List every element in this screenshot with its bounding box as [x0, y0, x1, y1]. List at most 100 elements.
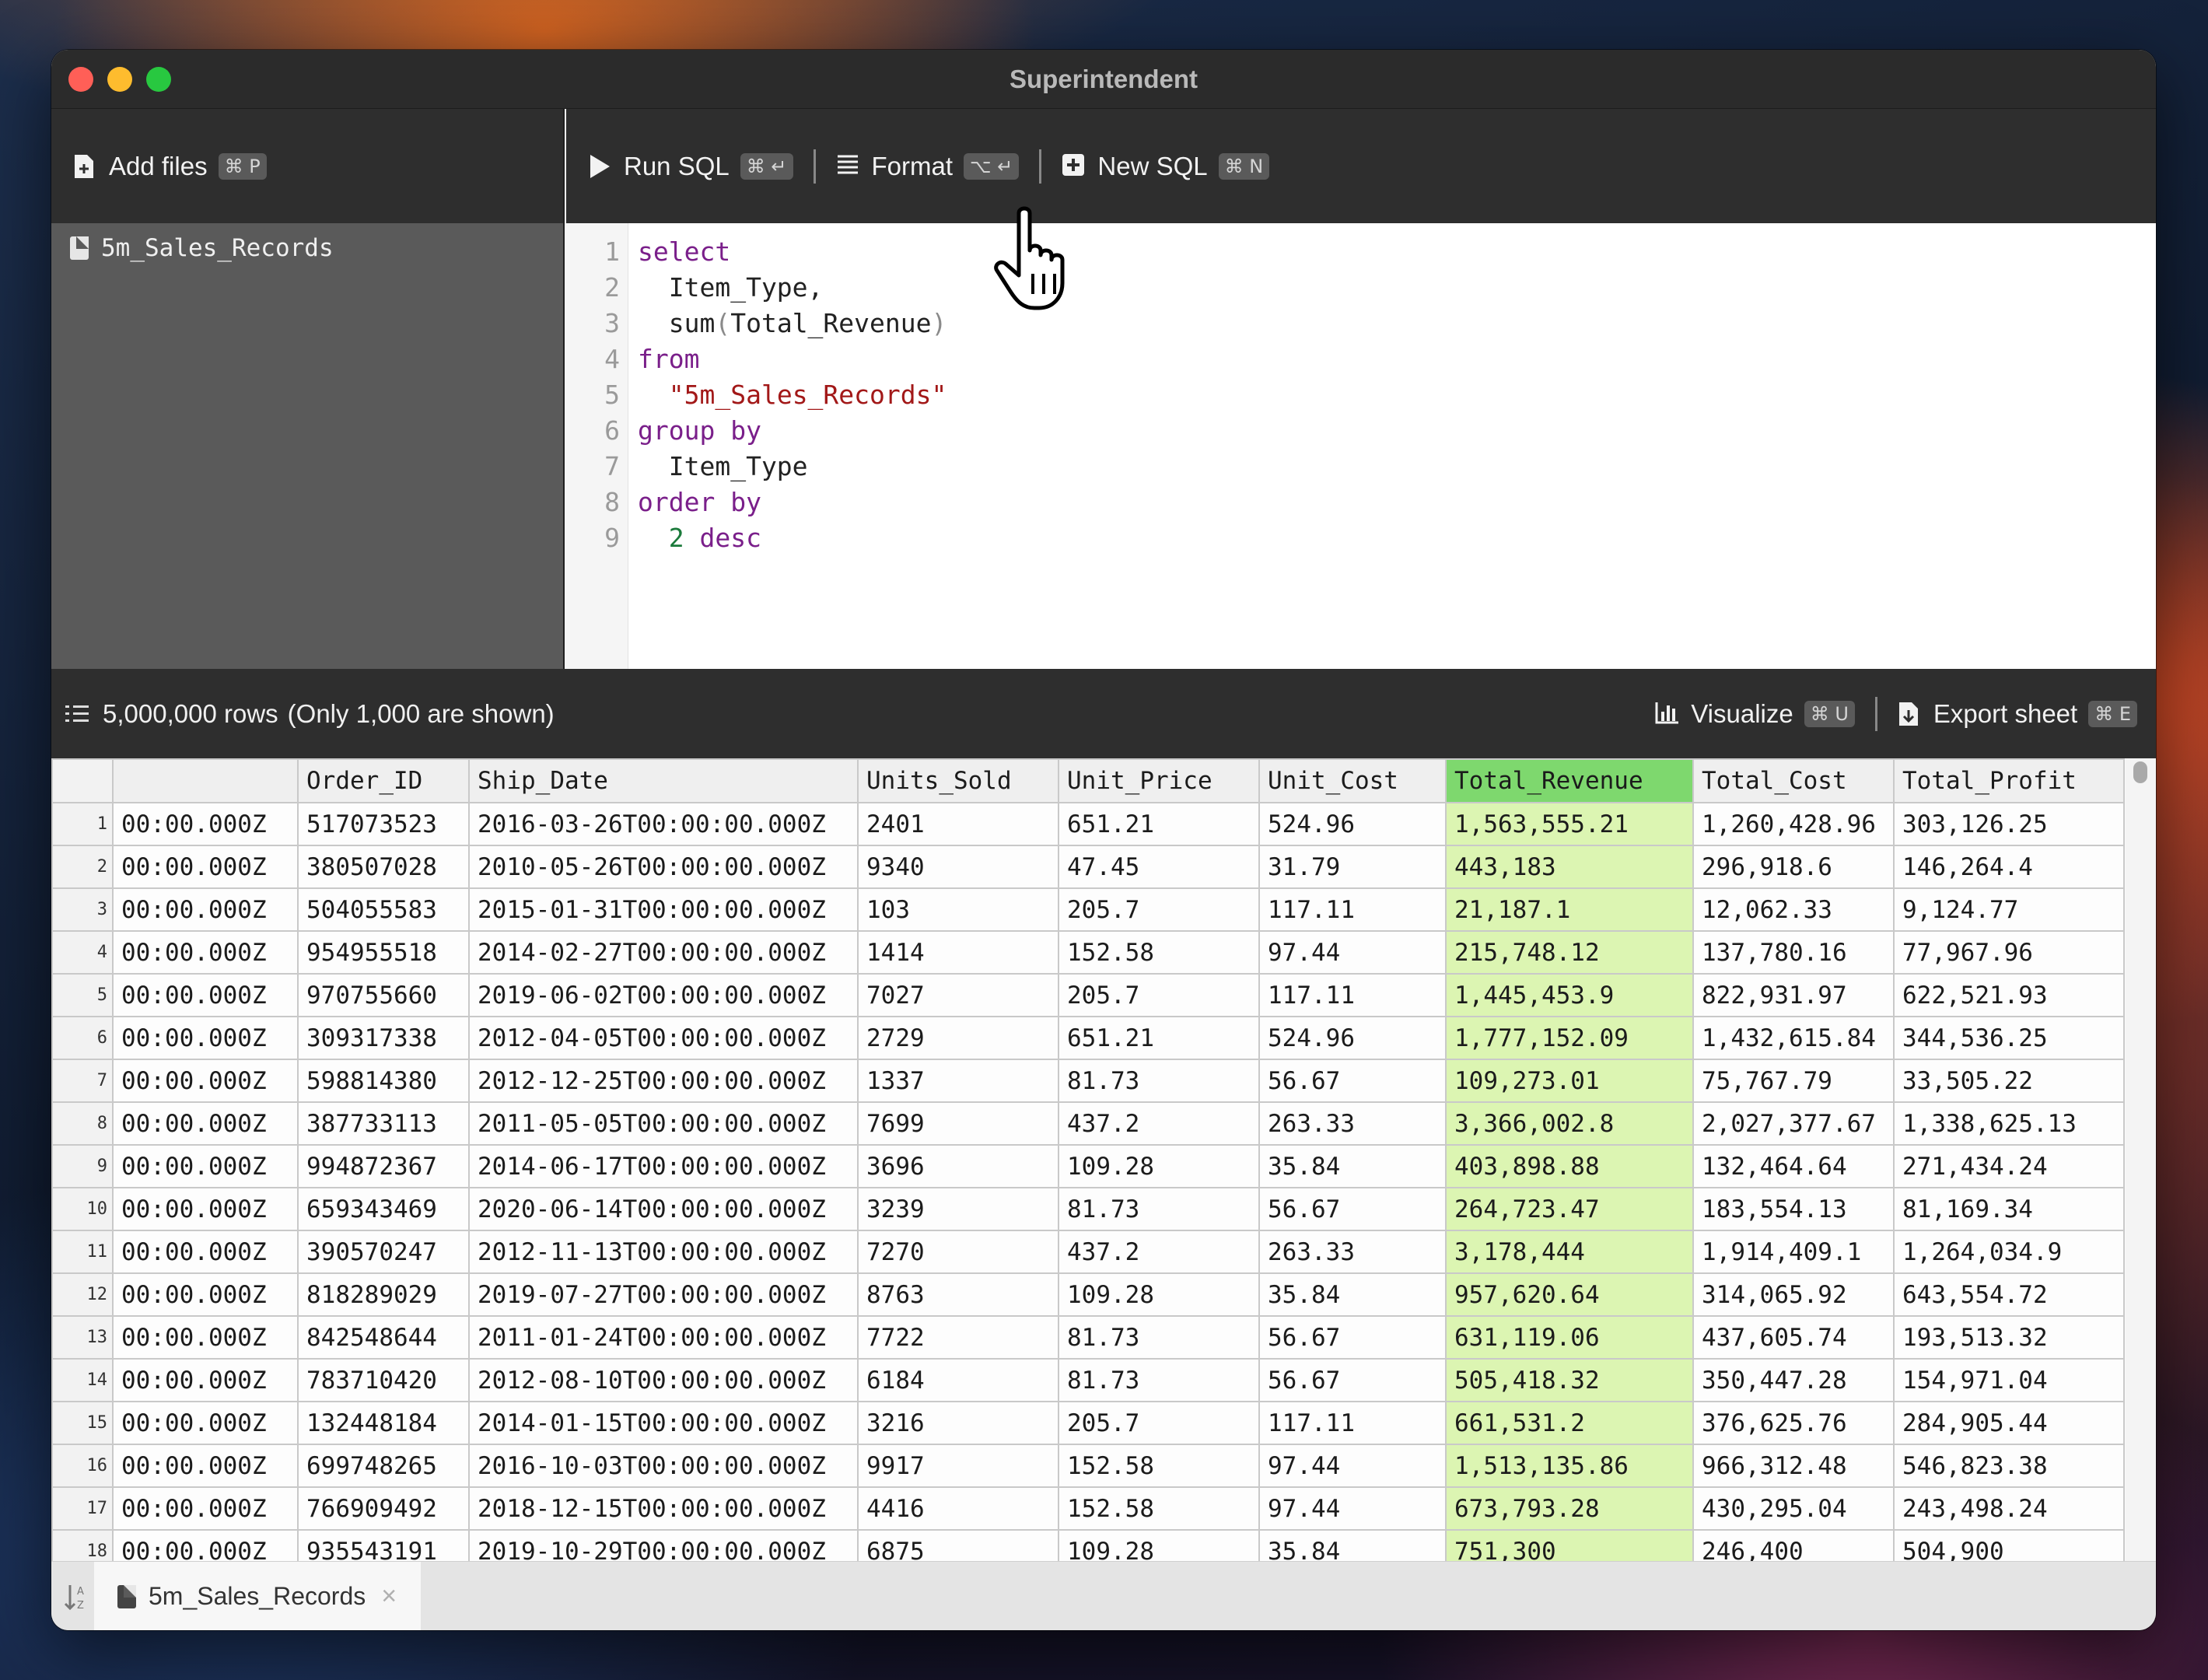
- table-cell[interactable]: 00:00.000Z: [112, 845, 299, 889]
- table-cell[interactable]: 1,513,135.86: [1445, 1444, 1694, 1488]
- table-cell[interactable]: 243,498.24: [1893, 1486, 2125, 1531]
- table-cell[interactable]: 1,563,555.21: [1445, 802, 1694, 846]
- table-cell[interactable]: 2401: [857, 802, 1059, 846]
- table-cell[interactable]: 2014-01-15T00:00:00.000Z: [468, 1401, 859, 1445]
- table-cell[interactable]: 81.73: [1058, 1187, 1260, 1231]
- column-header[interactable]: Total_Revenue: [1445, 758, 1694, 803]
- column-header[interactable]: Unit_Cost: [1258, 758, 1447, 803]
- table-cell[interactable]: 818289029: [297, 1272, 470, 1317]
- table-cell[interactable]: 3239: [857, 1187, 1059, 1231]
- table-cell[interactable]: 437.2: [1058, 1101, 1260, 1146]
- table-cell[interactable]: 205.7: [1058, 973, 1260, 1017]
- table-cell[interactable]: 598814380: [297, 1059, 470, 1103]
- table-cell[interactable]: 109.28: [1058, 1272, 1260, 1317]
- table-cell[interactable]: 296,918.6: [1692, 845, 1895, 889]
- table-cell[interactable]: 2012-08-10T00:00:00.000Z: [468, 1358, 859, 1402]
- table-cell[interactable]: 4416: [857, 1486, 1059, 1531]
- table-cell[interactable]: 00:00.000Z: [112, 1486, 299, 1531]
- column-header[interactable]: Total_Cost: [1692, 758, 1895, 803]
- table-row[interactable]: 14 00:00.000Z 783710420 2012-08-10T00:00:00…: [51, 1358, 2125, 1402]
- table-cell[interactable]: 2020-06-14T00:00:00.000Z: [468, 1187, 859, 1231]
- table-cell[interactable]: 842548644: [297, 1315, 470, 1360]
- table-cell[interactable]: 56.67: [1258, 1187, 1447, 1231]
- column-header[interactable]: Order_ID: [297, 758, 470, 803]
- table-cell[interactable]: 3,178,444: [1445, 1230, 1694, 1274]
- table-cell[interactable]: 822,931.97: [1692, 973, 1895, 1017]
- table-cell[interactable]: 505,418.32: [1445, 1358, 1694, 1402]
- table-cell[interactable]: 1,445,453.9: [1445, 973, 1694, 1017]
- table-cell[interactable]: 146,264.4: [1893, 845, 2125, 889]
- table-cell[interactable]: 651.21: [1058, 1016, 1260, 1060]
- table-cell[interactable]: 00:00.000Z: [112, 1444, 299, 1488]
- table-cell[interactable]: 344,536.25: [1893, 1016, 2125, 1060]
- table-cell[interactable]: 966,312.48: [1692, 1444, 1895, 1488]
- table-cell[interactable]: 622,521.93: [1893, 973, 2125, 1017]
- table-cell[interactable]: 766909492: [297, 1486, 470, 1531]
- table-cell[interactable]: 77,967.96: [1893, 930, 2125, 975]
- table-cell[interactable]: 12,062.33: [1692, 887, 1895, 932]
- table-cell[interactable]: 1,432,615.84: [1692, 1016, 1895, 1060]
- table-cell[interactable]: 00:00.000Z: [112, 930, 299, 975]
- table-row[interactable]: 15 00:00.000Z 132448184 2014-01-15T00:00:00…: [51, 1401, 2125, 1445]
- vertical-scroll-thumb[interactable]: [2133, 761, 2147, 783]
- table-cell[interactable]: 215,748.12: [1445, 930, 1694, 975]
- table-cell[interactable]: 6184: [857, 1358, 1059, 1402]
- table-cell[interactable]: 314,065.92: [1692, 1272, 1895, 1317]
- table-cell[interactable]: 109.28: [1058, 1144, 1260, 1188]
- table-cell[interactable]: 2019-07-27T00:00:00.000Z: [468, 1272, 859, 1317]
- table-row[interactable]: 6 00:00.000Z 309317338 2012-04-05T00:00:00.…: [51, 1016, 2125, 1060]
- results-grid[interactable]: Order_ID Ship_Date Units_Sold Unit_Price Uni…: [51, 758, 2126, 1581]
- table-cell[interactable]: 1,338,625.13: [1893, 1101, 2125, 1146]
- table-cell[interactable]: 970755660: [297, 973, 470, 1017]
- table-cell[interactable]: 9,124.77: [1893, 887, 2125, 932]
- column-header[interactable]: Ship_Date: [468, 758, 859, 803]
- table-cell[interactable]: 2010-05-26T00:00:00.000Z: [468, 845, 859, 889]
- format-button[interactable]: Format ⌥ ↵: [836, 152, 1020, 181]
- table-cell[interactable]: 2,027,377.67: [1692, 1101, 1895, 1146]
- table-row[interactable]: 12 00:00.000Z 818289029 2019-07-27T00:00:00…: [51, 1272, 2125, 1317]
- table-cell[interactable]: 2011-01-24T00:00:00.000Z: [468, 1315, 859, 1360]
- table-row[interactable]: 7 00:00.000Z 598814380 2012-12-25T00:00:00.…: [51, 1059, 2125, 1103]
- table-cell[interactable]: 00:00.000Z: [112, 1358, 299, 1402]
- table-row[interactable]: 9 00:00.000Z 994872367 2014-06-17T00:00:00.…: [51, 1144, 2125, 1188]
- table-cell[interactable]: 1,264,034.9: [1893, 1230, 2125, 1274]
- table-cell[interactable]: 271,434.24: [1893, 1144, 2125, 1188]
- table-cell[interactable]: 109,273.01: [1445, 1059, 1694, 1103]
- table-cell[interactable]: 3696: [857, 1144, 1059, 1188]
- table-cell[interactable]: 9340: [857, 845, 1059, 889]
- table-cell[interactable]: 631,119.06: [1445, 1315, 1694, 1360]
- table-row[interactable]: 5 00:00.000Z 970755660 2019-06-02T00:00:00.…: [51, 973, 2125, 1017]
- table-cell[interactable]: 309317338: [297, 1016, 470, 1060]
- table-cell[interactable]: 00:00.000Z: [112, 1187, 299, 1231]
- table-cell[interactable]: 284,905.44: [1893, 1401, 2125, 1445]
- table-cell[interactable]: 00:00.000Z: [112, 1401, 299, 1445]
- table-cell[interactable]: 152.58: [1058, 1486, 1260, 1531]
- table-cell[interactable]: 783710420: [297, 1358, 470, 1402]
- column-header[interactable]: Total_Profit: [1893, 758, 2125, 803]
- table-cell[interactable]: 403,898.88: [1445, 1144, 1694, 1188]
- table-cell[interactable]: 00:00.000Z: [112, 1272, 299, 1317]
- table-cell[interactable]: 56.67: [1258, 1315, 1447, 1360]
- table-cell[interactable]: 7270: [857, 1230, 1059, 1274]
- table-cell[interactable]: 1,914,409.1: [1692, 1230, 1895, 1274]
- maximize-window-button[interactable]: [146, 67, 171, 92]
- table-cell[interactable]: 2729: [857, 1016, 1059, 1060]
- table-cell[interactable]: 183,554.13: [1692, 1187, 1895, 1231]
- table-cell[interactable]: 81.73: [1058, 1315, 1260, 1360]
- sort-icon[interactable]: AZ: [62, 1582, 92, 1613]
- table-row[interactable]: 2 00:00.000Z 380507028 2010-05-26T00:00:00.…: [51, 845, 2125, 889]
- table-cell[interactable]: 81,169.34: [1893, 1187, 2125, 1231]
- table-cell[interactable]: 97.44: [1258, 1486, 1447, 1531]
- table-cell[interactable]: 00:00.000Z: [112, 1101, 299, 1146]
- table-cell[interactable]: 47.45: [1058, 845, 1260, 889]
- table-cell[interactable]: 643,554.72: [1893, 1272, 2125, 1317]
- table-cell[interactable]: 376,625.76: [1692, 1401, 1895, 1445]
- table-cell[interactable]: 205.7: [1058, 1401, 1260, 1445]
- table-cell[interactable]: 1,777,152.09: [1445, 1016, 1694, 1060]
- table-cell[interactable]: 2011-05-05T00:00:00.000Z: [468, 1101, 859, 1146]
- table-cell[interactable]: 137,780.16: [1692, 930, 1895, 975]
- table-cell[interactable]: 81.73: [1058, 1358, 1260, 1402]
- table-cell[interactable]: 263.33: [1258, 1101, 1447, 1146]
- column-header[interactable]: Unit_Price: [1058, 758, 1260, 803]
- table-cell[interactable]: 957,620.64: [1445, 1272, 1694, 1317]
